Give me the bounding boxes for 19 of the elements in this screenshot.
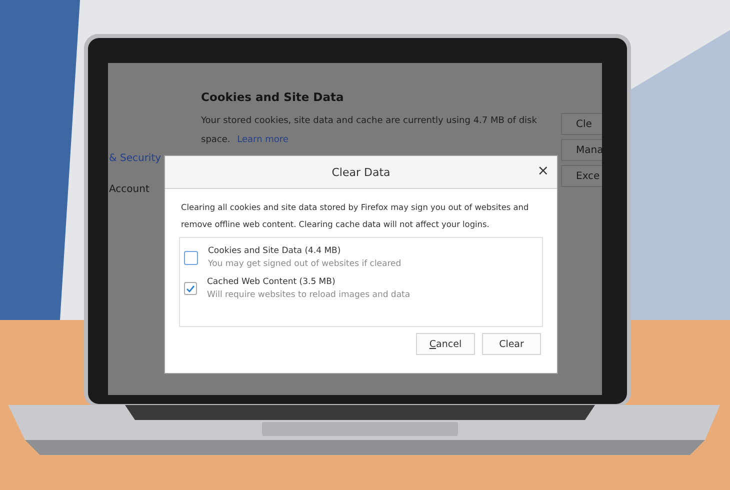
section-description: Your stored cookies, site data and cache are currently using 4.7 MB of disk space. Learn more: [201, 115, 538, 147]
sidebar-item[interactable]: & Security: [109, 153, 162, 164]
section-title: Cookies and Site Data: [201, 90, 345, 104]
dialog-title: Clear Data: [332, 166, 390, 178]
close-button[interactable]: ×: [535, 163, 551, 179]
dialog-message: Clearing all cookies and site data stored by Firefox may sign you out of websites and remove offline web content. Clearing cache data will not affect your logins.: [181, 201, 530, 231]
option-hint: You may get signed out of websites if cleared: [208, 259, 402, 269]
option-label: Cookies and Site Data (4.4 MB): [208, 246, 342, 256]
settings-button[interactable]: Exce: [561, 165, 602, 187]
sidebar-item[interactable]: Account: [109, 184, 162, 195]
settings-button[interactable]: Cle: [561, 113, 602, 135]
checkbox[interactable]: [184, 282, 197, 295]
option-label: Cached Web Content (3.5 MB): [207, 277, 336, 287]
learn-more-link[interactable]: Learn more: [237, 135, 288, 145]
checkbox[interactable]: [184, 250, 198, 264]
option-hint: Will require websites to reload images and data: [207, 290, 410, 300]
settings-button[interactable]: Mana: [561, 139, 602, 161]
dialog-button[interactable]: Clear: [482, 333, 541, 355]
dialog-button[interactable]: Cancel: [416, 333, 475, 355]
